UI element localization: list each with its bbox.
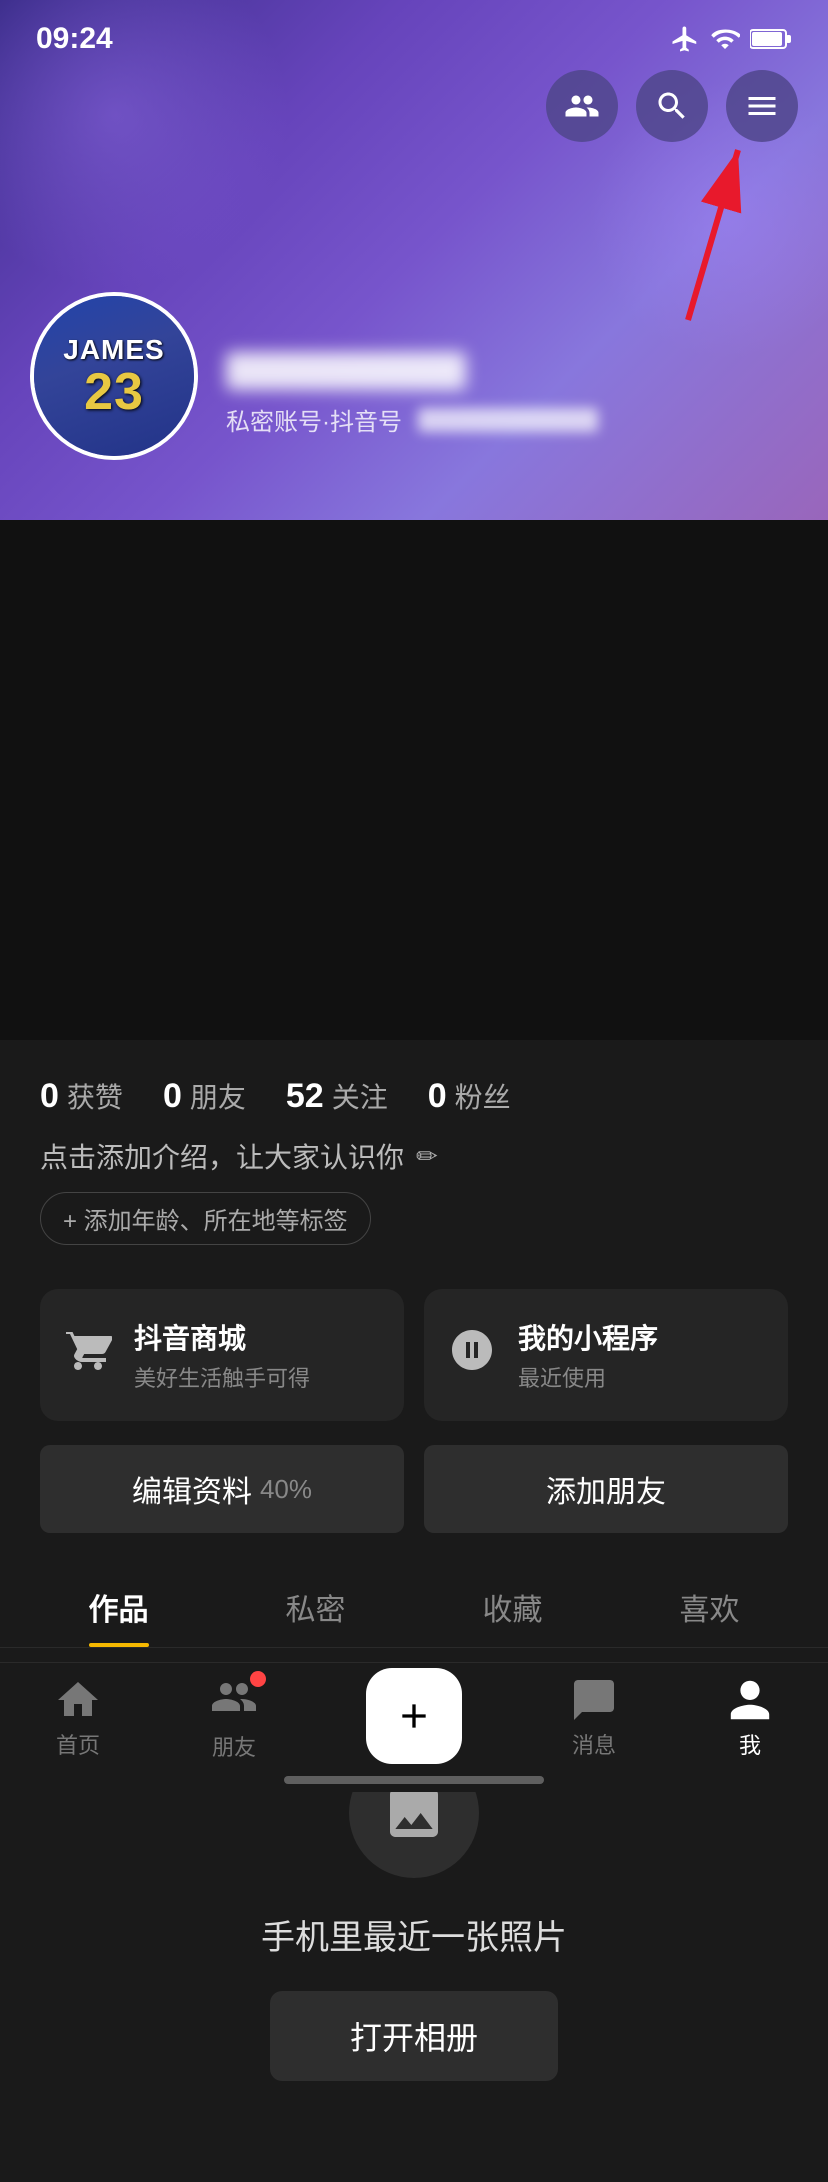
shop-sub-mini: 最近使用 [518, 1361, 658, 1393]
followers-count: 0 [428, 1077, 447, 1116]
tab-private-label: 私密 [286, 1594, 346, 1627]
mini-program-icon [448, 1326, 496, 1385]
jersey-number: 23 [84, 366, 144, 418]
nav-messages[interactable]: 消息 [570, 1676, 618, 1760]
bio-text-row[interactable]: 点击添加介绍，让大家认识你 ✏ [40, 1136, 788, 1176]
edit-profile-pct: 40% [260, 1474, 312, 1505]
header-background: JAMES 23 私密账号·抖音号 [0, 0, 828, 520]
nav-home-label: 首页 [56, 1728, 100, 1760]
top-actions [546, 70, 798, 142]
add-friend-button[interactable]: 添加朋友 [424, 1445, 788, 1533]
nav-add[interactable] [366, 1668, 462, 1768]
shop-name-douyin: 抖音商城 [134, 1317, 310, 1357]
shop-card-mini[interactable]: 我的小程序 最近使用 [424, 1289, 788, 1421]
home-icon [54, 1676, 102, 1724]
annotation-arrow [608, 120, 768, 345]
edit-profile-label: 编辑资料 [132, 1467, 252, 1511]
profile-icon [726, 1676, 774, 1724]
edit-profile-button[interactable]: 编辑资料 40% [40, 1445, 404, 1533]
friends-icon [564, 88, 600, 124]
menu-button[interactable] [726, 70, 798, 142]
nav-me[interactable]: 我 [726, 1676, 774, 1760]
bio-section: 点击添加介绍，让大家认识你 ✏ + 添加年龄、所在地等标签 [0, 1136, 828, 1265]
shop-card-douyin[interactable]: 抖音商城 美好生活触手可得 [40, 1289, 404, 1421]
plus-icon [394, 1696, 434, 1736]
following-count: 52 [286, 1077, 324, 1116]
tab-private[interactable]: 私密 [217, 1561, 414, 1647]
status-bar: 09:24 [0, 0, 828, 60]
status-time: 09:24 [36, 22, 113, 56]
nav-friends-label: 朋友 [212, 1730, 256, 1762]
open-album-button[interactable]: 打开相册 [270, 1991, 558, 2081]
hamburger-icon [744, 88, 780, 124]
friends-count: 0 [163, 1077, 182, 1116]
tab-works-label: 作品 [89, 1594, 149, 1627]
likes-count: 0 [40, 1077, 59, 1116]
stat-friends[interactable]: 0 朋友 [163, 1076, 246, 1116]
nav-friends[interactable]: 朋友 [210, 1673, 258, 1762]
search-icon [654, 88, 690, 124]
wifi-icon [710, 24, 740, 54]
bottom-nav: 首页 朋友 消息 我 [0, 1662, 828, 1792]
tab-favorites[interactable]: 收藏 [414, 1561, 611, 1647]
sub-info-text: 私密账号·抖音号 [226, 402, 402, 437]
tab-likes-label: 喜欢 [680, 1594, 740, 1627]
profile-sub-info: 私密账号·抖音号 [226, 402, 598, 437]
shop-sub-douyin: 美好生活触手可得 [134, 1361, 310, 1393]
shop-row: 抖音商城 美好生活触手可得 我的小程序 最近使用 [0, 1265, 828, 1445]
friends-label: 朋友 [190, 1076, 246, 1116]
add-tag-button[interactable]: + 添加年龄、所在地等标签 [40, 1192, 371, 1245]
stats-row: 0 获赞 0 朋友 52 关注 0 粉丝 [0, 1040, 828, 1136]
add-tag-label: + 添加年龄、所在地等标签 [63, 1201, 348, 1236]
stat-following[interactable]: 52 关注 [286, 1076, 388, 1116]
empty-title: 手机里最近一张照片 [261, 1910, 567, 1959]
avatar-image: JAMES 23 [34, 296, 194, 456]
airplane-icon [670, 24, 700, 54]
tab-favorites-label: 收藏 [483, 1594, 543, 1627]
main-content: 0 获赞 0 朋友 52 关注 0 粉丝 点击添加介绍，让大家认识你 ✏ + 添… [0, 1040, 828, 2182]
profile-info: 私密账号·抖音号 [226, 292, 598, 437]
friends-button[interactable] [546, 70, 618, 142]
bio-placeholder: 点击添加介绍，让大家认识你 [40, 1136, 404, 1176]
home-indicator [284, 1776, 544, 1784]
avatar[interactable]: JAMES 23 [30, 292, 198, 460]
status-icons [670, 24, 792, 54]
bio-edit-icon[interactable]: ✏ [416, 1141, 438, 1172]
jersey-name: JAMES [63, 334, 164, 366]
username-blurred [226, 352, 466, 390]
tab-likes[interactable]: 喜欢 [611, 1561, 808, 1647]
likes-label: 获赞 [67, 1076, 123, 1116]
nav-home[interactable]: 首页 [54, 1676, 102, 1760]
stat-likes[interactable]: 0 获赞 [40, 1076, 123, 1116]
stat-followers[interactable]: 0 粉丝 [428, 1076, 511, 1116]
shop-name-mini: 我的小程序 [518, 1317, 658, 1357]
battery-icon [750, 27, 792, 51]
tabs-row: 作品 私密 收藏 喜欢 [0, 1561, 828, 1648]
nav-me-label: 我 [739, 1728, 761, 1760]
account-id-blurred [418, 408, 598, 432]
tab-works[interactable]: 作品 [20, 1561, 217, 1647]
shop-info-douyin: 抖音商城 美好生活触手可得 [134, 1317, 310, 1393]
add-friend-label: 添加朋友 [546, 1476, 666, 1509]
friend-notification-dot [250, 1671, 266, 1687]
profile-section: JAMES 23 私密账号·抖音号 [30, 292, 598, 460]
followers-label: 粉丝 [455, 1076, 511, 1116]
following-label: 关注 [332, 1076, 388, 1116]
shop-info-mini: 我的小程序 最近使用 [518, 1317, 658, 1393]
cart-icon [64, 1326, 112, 1385]
action-buttons: 编辑资料 40% 添加朋友 [0, 1445, 828, 1561]
search-button[interactable] [636, 70, 708, 142]
add-content-button[interactable] [366, 1668, 462, 1764]
message-icon [570, 1676, 618, 1724]
open-album-label: 打开相册 [350, 2020, 478, 2056]
nav-messages-label: 消息 [572, 1728, 616, 1760]
